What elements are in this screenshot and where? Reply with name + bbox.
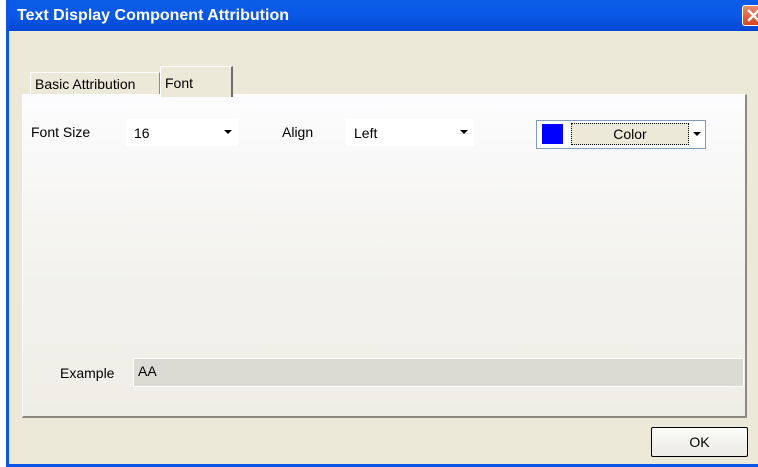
example-preview: AA	[133, 358, 744, 387]
chevron-down-icon	[224, 130, 232, 134]
title-bar[interactable]: Text Display Component Attribution	[9, 0, 758, 31]
font-tab-panel: Font Size 16 Align Left Color Example AA	[22, 94, 747, 418]
font-size-value: 16	[134, 124, 150, 141]
close-button[interactable]	[742, 5, 758, 26]
tab-label: Basic Attribution	[35, 75, 136, 92]
chevron-down-icon[interactable]	[693, 132, 701, 136]
window-title: Text Display Component Attribution	[17, 7, 289, 24]
ok-label: OK	[689, 434, 710, 450]
ok-button[interactable]: OK	[651, 427, 748, 457]
example-text: AA	[138, 363, 157, 379]
tab-basic-attribution[interactable]: Basic Attribution	[30, 72, 160, 94]
font-size-label: Font Size	[31, 124, 91, 140]
dialog-window: Text Display Component Attribution Basic…	[6, 0, 758, 467]
align-select[interactable]: Left	[346, 119, 474, 146]
align-label: Align	[282, 124, 314, 140]
example-label: Example	[60, 365, 115, 381]
chevron-down-icon	[460, 130, 468, 134]
color-picker[interactable]: Color	[536, 120, 706, 149]
align-value: Left	[354, 124, 378, 141]
tab-font[interactable]: Font	[160, 66, 233, 97]
color-swatch	[542, 124, 563, 144]
close-icon	[746, 9, 758, 22]
tab-label: Font	[165, 75, 194, 91]
font-size-select[interactable]: 16	[126, 119, 238, 146]
color-button-label: Color	[613, 126, 647, 142]
color-button[interactable]: Color	[571, 123, 689, 145]
